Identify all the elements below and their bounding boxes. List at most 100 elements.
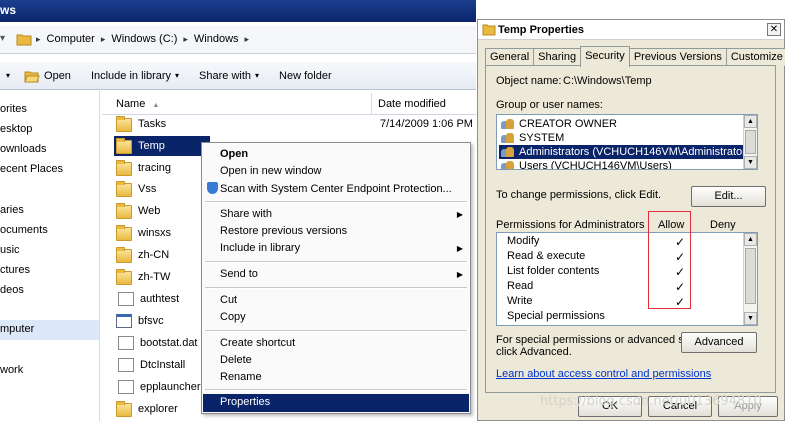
list-item[interactable]: SYSTEM — [501, 131, 749, 145]
menu-item-send-to[interactable]: Send to ▶ — [203, 266, 469, 284]
group-list-scrollbar[interactable]: ▲ ▼ — [743, 115, 757, 169]
edit-button[interactable]: Edit... — [691, 186, 766, 207]
menu-item-send-to-label: Send to — [220, 268, 258, 280]
object-name-value: C:\Windows\Temp — [563, 75, 652, 87]
share-with-button[interactable]: Share with ▾ — [199, 70, 259, 82]
folder-icon — [116, 400, 132, 417]
tab-security[interactable]: Security — [580, 46, 630, 67]
list-item[interactable]: Users (VCHUCH146VM\Users) — [501, 159, 749, 170]
folder-icon — [116, 224, 132, 241]
change-permissions-text: To change permissions, click Edit. — [496, 189, 662, 201]
dialog-tabs: General Sharing Security Previous Versio… — [485, 46, 785, 67]
menu-separator — [205, 389, 467, 391]
menu-item-include-in-library[interactable]: Include in library ▶ — [203, 240, 469, 258]
scroll-thumb[interactable] — [745, 130, 756, 154]
file-name: Vss — [138, 183, 157, 195]
scroll-up-icon[interactable]: ▲ — [744, 233, 757, 246]
menu-item-copy[interactable]: Copy — [203, 309, 469, 327]
nav-item-music[interactable]: usic — [0, 244, 20, 256]
column-header-date[interactable]: Date modified — [373, 93, 476, 115]
explorer-title-bar: ws — [0, 0, 476, 22]
watermark-text: https://blog.csdn.net/u013694810 — [540, 394, 762, 409]
menu-item-open-new-window[interactable]: Open in new window — [203, 163, 469, 181]
permission-name: Special permissions — [507, 310, 605, 322]
column-header-date-label: Date modified — [378, 98, 446, 110]
object-name-label: Object name: — [496, 75, 562, 87]
menu-item-cut[interactable]: Cut — [203, 292, 469, 310]
command-bar: ▾ Open Include in library ▾ Share with ▾… — [0, 62, 476, 90]
column-header-name[interactable]: Name ▲ — [102, 93, 372, 115]
menu-item-scan-endpoint-protection[interactable]: Scan with System Center Endpoint Protect… — [203, 180, 469, 198]
group-names-label: Group or user names: — [496, 99, 603, 111]
explorer-title-text: ws — [0, 3, 17, 17]
table-row[interactable]: Tasks 7/14/2009 1:06 PM — [116, 114, 473, 134]
submenu-arrow-icon: ▶ — [456, 210, 463, 219]
breadcrumb-windows[interactable]: Windows — [194, 33, 239, 45]
tab-previous-versions[interactable]: Previous Versions — [628, 48, 727, 66]
chevron-down-icon: ▾ — [255, 71, 260, 80]
list-item-selected[interactable]: Administrators (VCHUCH146VM\Administrato… — [499, 145, 755, 159]
menu-item-delete[interactable]: Delete — [203, 352, 469, 370]
breadcrumb-separator-icon[interactable]: ▸ — [183, 34, 188, 45]
shield-icon — [207, 182, 218, 194]
file-name: explorer — [138, 403, 178, 415]
include-in-library-button[interactable]: Include in library ▾ — [91, 70, 179, 82]
advanced-button[interactable]: Advanced — [681, 332, 757, 353]
nav-item-pictures[interactable]: ctures — [0, 264, 30, 276]
file-name: zh-TW — [138, 271, 171, 283]
nav-item-downloads[interactable]: ownloads — [0, 143, 46, 155]
learn-access-control-link[interactable]: Learn about access control and permissio… — [496, 368, 711, 380]
context-menu: Open Open in new window Scan with System… — [201, 142, 471, 414]
special-permissions-text-2: click Advanced. — [496, 346, 572, 358]
tab-customize[interactable]: Customize — [725, 48, 785, 66]
new-folder-button[interactable]: New folder — [279, 70, 332, 82]
permission-row: Write ✓ — [507, 295, 737, 310]
nav-item-desktop[interactable]: esktop — [0, 123, 32, 135]
breadcrumb-separator-icon[interactable]: ▸ — [101, 34, 106, 45]
nav-item-libraries[interactable]: aries — [0, 204, 24, 216]
scroll-down-icon[interactable]: ▼ — [744, 312, 757, 325]
submenu-arrow-icon: ▶ — [456, 270, 463, 279]
scroll-thumb[interactable] — [745, 248, 756, 304]
breadcrumb-separator-icon[interactable]: ▸ — [36, 34, 41, 45]
group-name: Administrators (VCHUCH146VM\Administrato… — [519, 146, 755, 158]
open-button[interactable]: Open — [24, 69, 71, 83]
group-icon — [501, 118, 515, 130]
breadcrumb-computer[interactable]: Computer — [47, 33, 95, 45]
menu-item-rename[interactable]: Rename — [203, 369, 469, 387]
menu-item-properties[interactable]: Properties — [203, 394, 469, 412]
table-row-selected[interactable]: Temp — [114, 136, 210, 156]
address-bar[interactable]: ▾ ▸ Computer ▸ Windows (C:) ▸ Windows ▸ — [0, 26, 476, 54]
nav-item-favorites[interactable]: orites — [0, 103, 27, 115]
permission-row: Modify ✓ — [507, 235, 737, 250]
menu-item-open[interactable]: Open — [203, 146, 469, 164]
file-name: authtest — [140, 293, 180, 305]
nav-item-network[interactable]: work — [0, 364, 23, 376]
permissions-list: Modify ✓ Read & execute ✓ List folder co… — [496, 232, 758, 326]
folder-icon — [116, 246, 132, 263]
scroll-down-icon[interactable]: ▼ — [744, 156, 757, 169]
chevron-down-icon[interactable]: ▾ — [0, 33, 5, 44]
scroll-up-icon[interactable]: ▲ — [744, 115, 757, 128]
nav-item-computer[interactable]: mputer — [0, 320, 99, 340]
nav-item-recent-places[interactable]: ecent Places — [0, 163, 63, 175]
permissions-scrollbar[interactable]: ▲ ▼ — [743, 233, 757, 325]
menu-item-restore-versions[interactable]: Restore previous versions — [203, 223, 469, 241]
tab-general[interactable]: General — [485, 48, 535, 66]
permission-row: Read & execute ✓ — [507, 250, 737, 265]
close-button[interactable]: ✕ — [767, 23, 781, 36]
group-name: Users (VCHUCH146VM\Users) — [519, 160, 672, 170]
menu-item-create-shortcut[interactable]: Create shortcut — [203, 335, 469, 353]
organize-button[interactable]: ▾ — [2, 71, 10, 80]
list-item[interactable]: CREATOR OWNER — [501, 117, 749, 131]
breadcrumb-drive[interactable]: Windows (C:) — [111, 33, 177, 45]
nav-item-documents[interactable]: ocuments — [0, 224, 48, 236]
group-user-list[interactable]: CREATOR OWNER SYSTEM Administrators (VCH… — [496, 114, 758, 170]
breadcrumb-separator-icon[interactable]: ▸ — [245, 34, 250, 45]
menu-item-share-with[interactable]: Share with ▶ — [203, 206, 469, 224]
dialog-title-bar: Temp Properties ✕ — [478, 20, 784, 40]
tab-sharing[interactable]: Sharing — [533, 48, 582, 66]
file-icon — [118, 336, 134, 350]
nav-item-videos[interactable]: deos — [0, 284, 24, 296]
deny-column-label: Deny — [710, 219, 736, 231]
